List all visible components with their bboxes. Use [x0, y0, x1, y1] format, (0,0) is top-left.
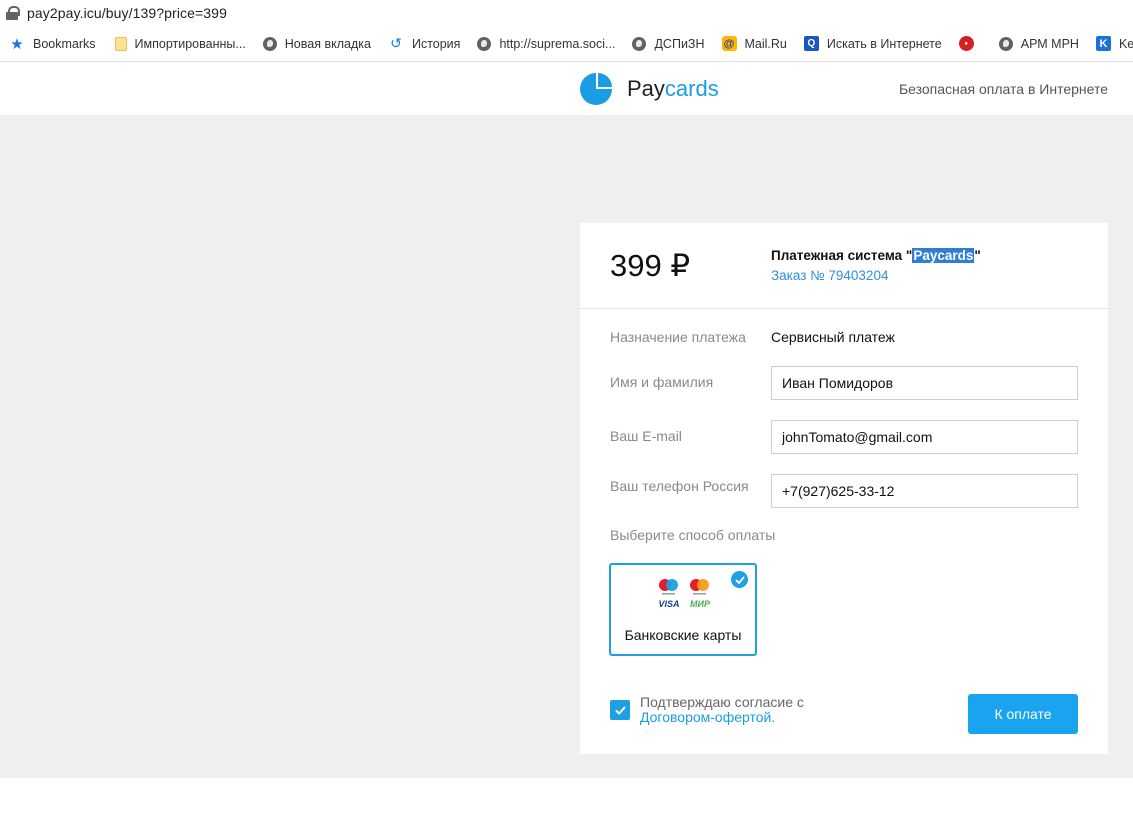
- bookmark-red[interactable]: ●: [958, 36, 982, 51]
- card-brand-logos: VISA МИР: [658, 579, 711, 609]
- purpose-value: Сервисный платеж: [771, 329, 895, 345]
- name-field[interactable]: [771, 366, 1078, 400]
- email-field[interactable]: [771, 420, 1078, 454]
- logo-text-cards: cards: [664, 76, 719, 101]
- paycards-logo-icon: [580, 73, 612, 105]
- payment-card: 399 ₽ Платежная система "Paycards" Заказ…: [580, 223, 1108, 754]
- bookmark-keenetic[interactable]: K Keeneti: [1095, 36, 1133, 51]
- bookmark-search[interactable]: Q Искать в Интернете: [803, 36, 942, 51]
- visa-logo: VISA: [658, 599, 679, 609]
- name-label: Имя и фамилия: [610, 374, 714, 390]
- bookmark-arm-mrn[interactable]: АРМ МРН: [998, 36, 1079, 51]
- history-icon: ↺: [390, 35, 402, 51]
- search-icon: Q: [803, 36, 819, 51]
- payment-system-prefix: Платежная система ": [771, 248, 913, 263]
- globe-icon: [632, 36, 647, 51]
- payment-amount: 399 ₽: [610, 248, 691, 283]
- globe-icon: [262, 36, 277, 51]
- bookmark-mail-ru[interactable]: @ Mail.Ru: [721, 36, 787, 51]
- bookmark-imported[interactable]: Импортированны...: [113, 36, 246, 51]
- mir-logo: МИР: [690, 599, 711, 609]
- offer-agreement-link[interactable]: Договором-офертой.: [640, 710, 804, 725]
- agree-checkbox[interactable]: [610, 700, 630, 720]
- bookmarks-bar: ★ Bookmarks Импортированны... Новая вкла…: [0, 26, 1133, 62]
- pay-button[interactable]: К оплате: [968, 694, 1078, 734]
- keenetic-icon: K: [1095, 36, 1111, 51]
- globe-icon: [477, 36, 492, 51]
- header-tagline: Безопасная оплата в Интернете: [898, 81, 1108, 97]
- payment-system-suffix: ": [974, 248, 981, 263]
- bookmark-label: История: [411, 36, 461, 51]
- mail-ru-icon: @: [721, 36, 737, 51]
- red-circle-icon: ●: [958, 36, 974, 51]
- agree-text-line: Подтверждаю согласие с: [640, 694, 804, 710]
- phone-label: Ваш телефон Россия: [610, 478, 749, 494]
- bookmark-label: http://suprema.soci...: [499, 36, 616, 51]
- bookmark-label: Импортированны...: [134, 36, 246, 51]
- paycards-logo[interactable]: Paycards: [580, 73, 719, 105]
- purpose-label: Назначение платежа: [610, 329, 746, 345]
- bank-cards-label: Банковские карты: [624, 627, 742, 643]
- bookmark-label: Keeneti: [1118, 36, 1133, 51]
- bookmark-bookmarks[interactable]: ★ Bookmarks: [9, 35, 96, 53]
- payment-summary: 399 ₽ Платежная система "Paycards" Заказ…: [580, 223, 1108, 309]
- bookmark-label: Bookmarks: [33, 36, 96, 51]
- bookmark-new-tab[interactable]: Новая вкладка: [262, 36, 371, 51]
- lock-icon: [6, 6, 20, 20]
- method-prompt: Выберите способ оплаты: [610, 527, 776, 543]
- payment-system-name: Paycards: [912, 248, 975, 263]
- bookmark-label: Искать в Интернете: [826, 36, 942, 51]
- bookmark-dspizn[interactable]: ДСПиЗН: [632, 36, 705, 51]
- selected-check-icon: [731, 571, 748, 588]
- phone-field[interactable]: [771, 474, 1078, 508]
- agree-text: Подтверждаю согласие с Договором-офертой…: [640, 695, 804, 725]
- bank-cards-option[interactable]: VISA МИР Банковские карты: [609, 563, 757, 656]
- bookmark-history[interactable]: ↺ История: [388, 35, 461, 52]
- bookmark-label: АРМ МРН: [1020, 36, 1079, 51]
- order-number[interactable]: Заказ № 79403204: [771, 268, 888, 283]
- address-bar[interactable]: pay2pay.icu/buy/139?price=399: [0, 0, 1133, 26]
- folder-icon: [114, 36, 127, 51]
- email-label: Ваш E-mail: [610, 428, 682, 444]
- star-icon: ★: [10, 35, 24, 53]
- bookmark-label: Mail.Ru: [744, 36, 787, 51]
- url-text[interactable]: pay2pay.icu/buy/139?price=399: [27, 5, 227, 21]
- site-header: Paycards Безопасная оплата в Интернете: [0, 63, 1133, 115]
- logo-text: Paycards: [627, 76, 719, 102]
- logo-text-pay: Pay: [627, 76, 665, 101]
- bookmark-label: ДСПиЗН: [654, 36, 705, 51]
- globe-icon: [998, 36, 1013, 51]
- bookmark-label: Новая вкладка: [284, 36, 371, 51]
- bookmark-suprema[interactable]: http://suprema.soci...: [477, 36, 616, 51]
- payment-system: Платежная система "Paycards": [771, 248, 981, 263]
